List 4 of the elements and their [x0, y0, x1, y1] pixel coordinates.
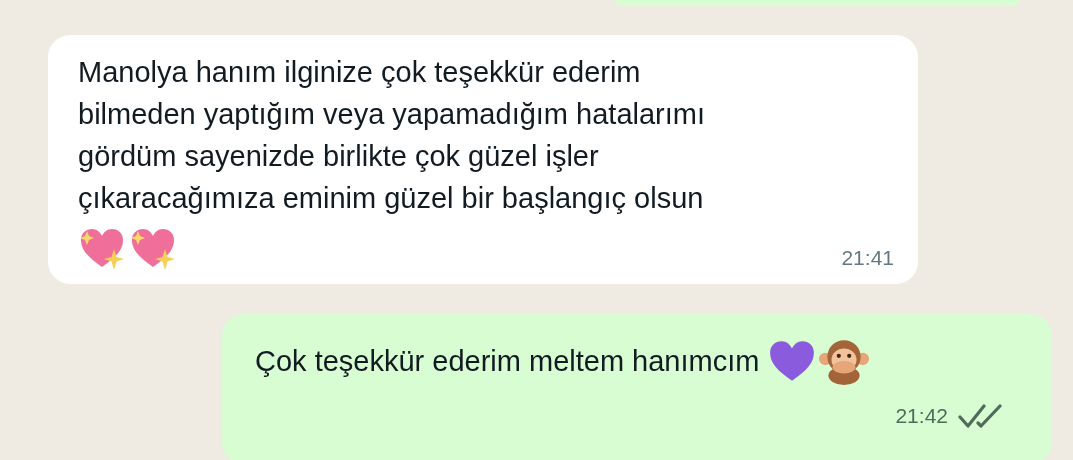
message-text: Manolya hanım ilginize çok teşekkür ederim bilmeden yaptığım veya yapamadığım hatalarımı gördüm sayenizde birlikte çok güzel işler çıkaracağımıza eminim güzel bir başlangıç olsun	[78, 55, 706, 216]
message-time: 21:41	[841, 244, 894, 271]
message-time: 21:42	[895, 403, 948, 429]
message-text: Çok teşekkür ederim meltem hanımcım	[255, 344, 760, 379]
